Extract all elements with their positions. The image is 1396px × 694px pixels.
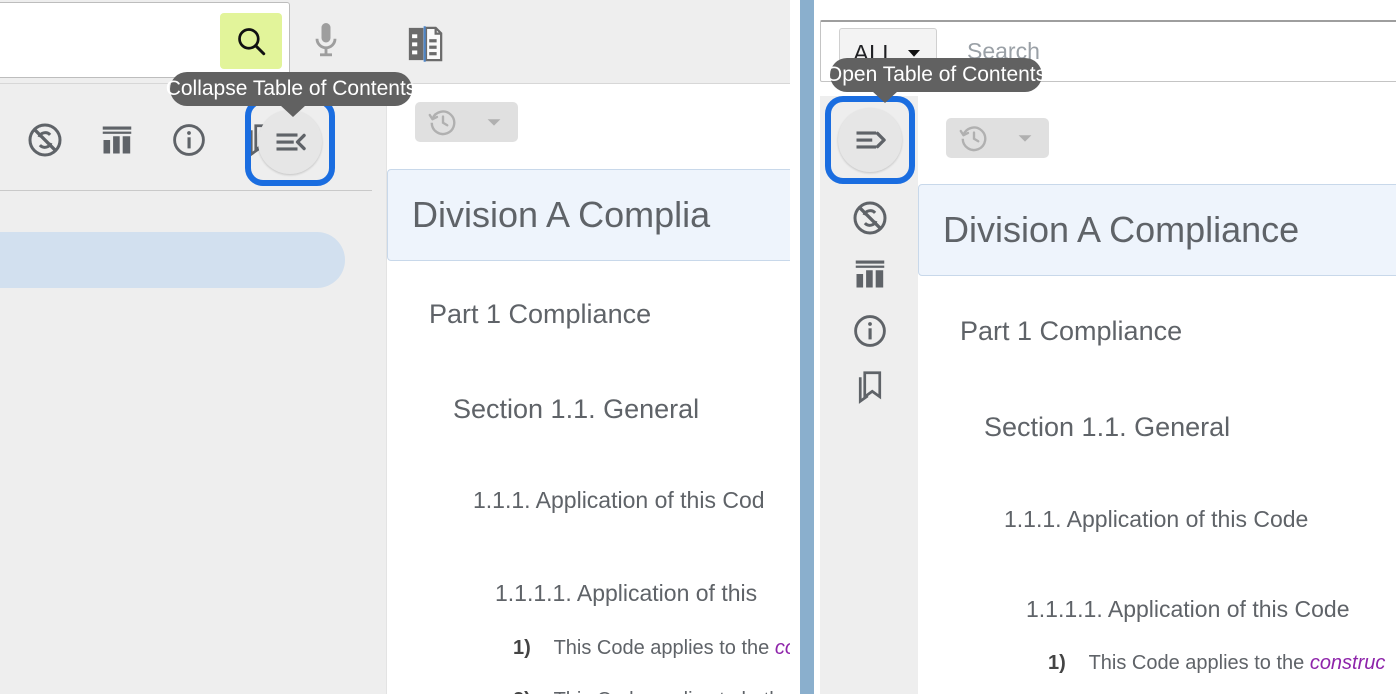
doc-heading-article: 1.1.1.1. Application of this (495, 580, 758, 606)
left-search-container (0, 2, 290, 78)
collapse-toc-icon (272, 124, 308, 160)
sync-disabled-icon (852, 200, 888, 236)
list-item-number: 1) (1048, 652, 1066, 674)
panel-gutter (790, 0, 800, 694)
selected-toc-item[interactable] (0, 232, 345, 288)
left-document-pane: Division A Complia Part 1 Compliance Sec… (386, 84, 812, 694)
bookmark-icon (852, 369, 888, 405)
doc-list-item-2: 2) This Code applies to both (513, 689, 780, 694)
right-document-pane: Division A Compliance Part 1 Compliance … (918, 96, 1396, 694)
left-panel: Division A Complia Part 1 Compliance Sec… (0, 0, 812, 694)
doc-heading-section: Section 1.1. General (984, 412, 1231, 442)
history-button[interactable] (946, 118, 1049, 158)
tooltip-text: Open Table of Contents (825, 63, 1047, 86)
table-chart-button[interactable] (844, 248, 896, 300)
open-toc-icon (852, 122, 888, 158)
document-title-banner: Division A Compliance (918, 184, 1396, 276)
left-top-toolbar (0, 0, 812, 84)
tooltip-text: Collapse Table of Contents (165, 77, 417, 100)
document-title: Division A Compliance (943, 209, 1300, 250)
history-icon (959, 123, 989, 153)
doc-heading-part: Part 1 Compliance (960, 316, 1183, 346)
compare-documents-button[interactable] (398, 20, 452, 68)
open-toc-tooltip: Open Table of Contents (826, 58, 1046, 103)
screenshot-root: Division A Complia Part 1 Compliance Sec… (0, 0, 1396, 694)
left-divider (0, 190, 372, 191)
info-circle-icon (852, 313, 888, 349)
sync-disabled-button[interactable] (18, 113, 72, 167)
list-item-text: This Code applies to the (553, 637, 775, 659)
table-chart-button[interactable] (90, 113, 144, 167)
document-title: Division A Complia (412, 194, 711, 235)
tooltip-tail (872, 91, 898, 103)
doc-heading-section: Section 1.1. General (453, 394, 700, 424)
collapse-toc-button[interactable] (258, 110, 322, 174)
doc-list-item-1: 1) This Code applies to the co (513, 637, 796, 660)
sync-disabled-button[interactable] (844, 192, 896, 244)
table-chart-icon (852, 256, 888, 292)
panel-divider (800, 0, 814, 694)
compare-documents-icon (404, 23, 446, 65)
list-item-number: 1) (513, 637, 531, 659)
right-panel: ALL Search Division A Compliance Part 1 … (814, 0, 1396, 694)
doc-heading-article: 1.1.1.1. Application of this Code (1026, 596, 1350, 622)
info-button[interactable] (162, 113, 216, 167)
open-toc-button[interactable] (838, 108, 902, 172)
collapse-toc-tooltip: Collapse Table of Contents (166, 72, 416, 117)
microphone-button[interactable] (300, 10, 352, 72)
history-icon (428, 107, 458, 137)
right-icon-rail (820, 96, 920, 694)
history-button[interactable] (415, 102, 518, 142)
tooltip-tail (280, 105, 306, 117)
table-chart-icon (99, 122, 135, 158)
search-input[interactable] (3, 21, 203, 61)
list-item-text: This Code applies to the (1088, 652, 1310, 674)
sync-disabled-icon (27, 122, 63, 158)
list-item-term: construc (1309, 652, 1386, 674)
bookmark-button[interactable] (844, 361, 896, 413)
search-icon (234, 24, 268, 58)
chevron-down-icon (1014, 127, 1036, 149)
document-title-banner: Division A Complia (387, 169, 812, 261)
list-item-text: This Code applies to both (554, 689, 781, 694)
doc-list-item-1: 1) This Code applies to the construc (1048, 652, 1385, 675)
doc-heading-subsection: 1.1.1. Application of this Code (1004, 506, 1309, 532)
microphone-icon (308, 20, 344, 62)
list-item-number: 2) (513, 689, 531, 694)
doc-heading-part: Part 1 Compliance (429, 299, 652, 329)
doc-heading-subsection: 1.1.1. Application of this Cod (473, 487, 765, 513)
search-button[interactable] (220, 13, 282, 69)
info-circle-icon (171, 122, 207, 158)
chevron-down-icon (483, 111, 505, 133)
info-button[interactable] (844, 305, 896, 357)
